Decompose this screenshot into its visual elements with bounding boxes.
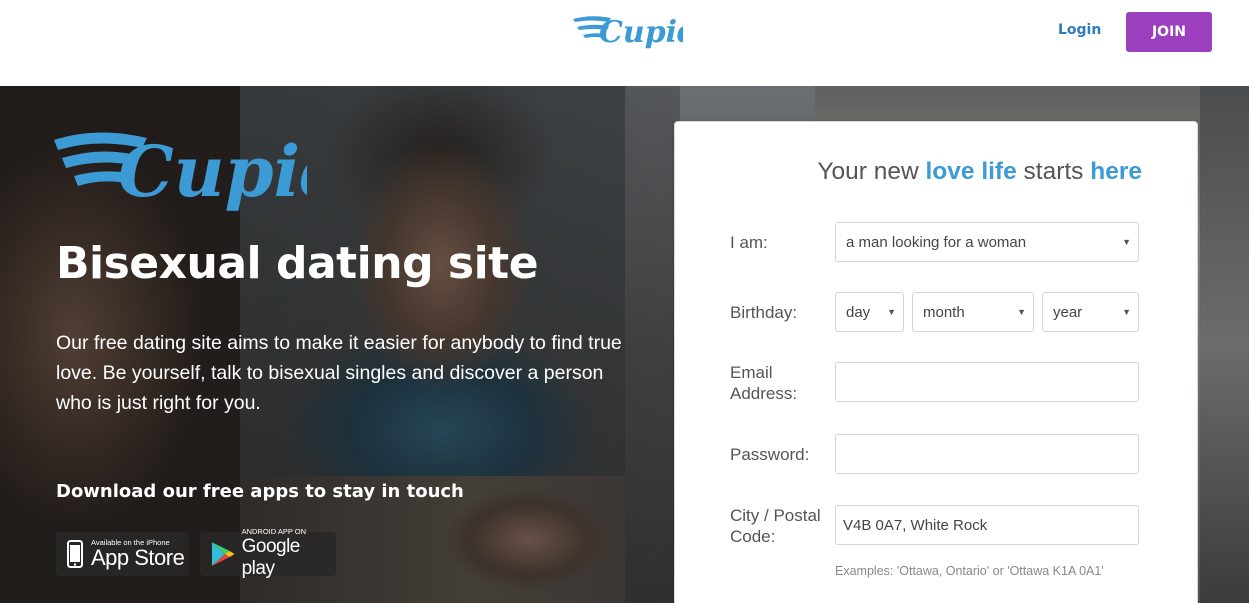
birth-year-value: year — [1053, 303, 1083, 321]
gender-seeking-value: a man looking for a woman — [846, 233, 1027, 251]
city-hint: Examples: 'Ottawa, Ontario' or 'Ottawa K… — [835, 564, 1104, 578]
iam-label: I am: — [730, 233, 768, 252]
birthday-label: Birthday: — [730, 303, 798, 322]
cupid-wing-logo: Cupid — [54, 130, 307, 213]
heading-text: starts — [1016, 158, 1091, 185]
app-store-badge[interactable]: Available on the iPhone App Store — [56, 532, 189, 576]
city-label: City / Postal Code: — [730, 506, 821, 546]
hero-section: Cupid Bisexual dating site Our free dati… — [0, 86, 1249, 603]
google-play-icon — [211, 542, 235, 566]
google-play-badge[interactable]: ANDROID APP ON Google play — [200, 528, 336, 579]
birth-month-value: month — [923, 303, 965, 321]
email-label: Email Address: — [730, 363, 798, 403]
chevron-down-icon: ▼ — [1122, 307, 1131, 317]
birth-month-select[interactable]: month ▼ — [912, 292, 1034, 332]
google-play-small-text: ANDROID APP ON — [241, 527, 307, 536]
apple-icon — [67, 540, 83, 568]
heading-highlight: love life — [925, 158, 1017, 185]
chevron-down-icon: ▼ — [1122, 237, 1131, 247]
svg-text:Cupid: Cupid — [599, 15, 683, 50]
google-play-text: Google play — [241, 536, 301, 579]
app-store-text: App Store — [91, 545, 185, 570]
password-field[interactable] — [835, 434, 1139, 474]
birth-day-select[interactable]: day ▼ — [835, 292, 904, 332]
gender-seeking-select[interactable]: a man looking for a woman ▼ — [835, 222, 1139, 262]
svg-text:Cupid: Cupid — [118, 130, 307, 213]
background-photo — [1200, 86, 1249, 603]
email-field[interactable] — [835, 362, 1139, 402]
heading-highlight: here — [1090, 158, 1142, 185]
birth-year-select[interactable]: year ▼ — [1042, 292, 1139, 332]
hero-title: Bisexual dating site — [56, 238, 539, 289]
cupid-logo[interactable]: Cupid — [571, 8, 683, 54]
city-postal-value: V4B 0A7, White Rock — [843, 516, 988, 534]
login-link[interactable]: Login — [1058, 22, 1101, 38]
chevron-down-icon: ▼ — [1017, 307, 1026, 317]
chevron-down-icon: ▼ — [887, 307, 896, 317]
password-label: Password: — [730, 445, 810, 464]
join-button[interactable]: JOIN — [1126, 12, 1212, 52]
hero-description: Our free dating site aims to make it eas… — [56, 332, 622, 414]
form-heading: Your new love life starts here — [675, 158, 1142, 186]
city-postal-field[interactable]: V4B 0A7, White Rock — [835, 505, 1139, 545]
registration-form: Your new love life starts here I am: a m… — [674, 121, 1198, 603]
site-header: Cupid Login JOIN — [0, 0, 1249, 86]
heading-text: Your new — [817, 158, 926, 185]
birth-day-value: day — [846, 303, 871, 321]
apps-heading: Download our free apps to stay in touch — [56, 481, 464, 502]
